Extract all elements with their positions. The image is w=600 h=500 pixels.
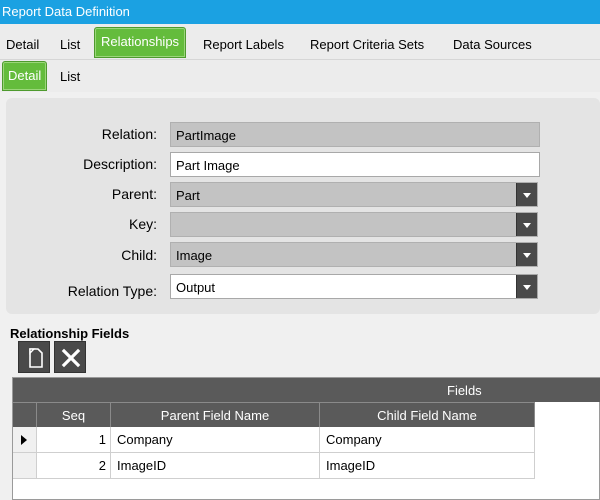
parent-field-cell[interactable]: ImageID (111, 453, 320, 479)
parent-value: Part (176, 188, 200, 203)
chevron-down-icon[interactable] (516, 213, 537, 236)
seq-cell[interactable]: 2 (37, 453, 111, 479)
tab-report-labels[interactable]: Report Labels (203, 37, 284, 52)
description-field[interactable]: Part Image (170, 152, 540, 177)
seq-cell[interactable]: 1 (37, 427, 111, 453)
table-row[interactable]: 1 Company Company (13, 427, 535, 453)
grid-band-header: Fields (13, 378, 600, 402)
child-value: Image (176, 248, 213, 263)
relation-type-value: Output (176, 280, 216, 295)
tab-relationships[interactable]: Relationships (94, 27, 187, 58)
row-pointer-icon (21, 435, 27, 445)
table-row[interactable]: 2 ImageID ImageID (13, 453, 535, 479)
child-field-cell[interactable]: Company (320, 427, 535, 453)
tab-data-sources[interactable]: Data Sources (453, 37, 532, 52)
description-label: Description: (83, 156, 157, 172)
row-selector[interactable] (13, 453, 37, 479)
new-row-button[interactable] (18, 341, 50, 373)
relation-type-label: Relation Type: (67, 283, 157, 299)
band-header-label: Fields (447, 383, 482, 398)
main-tab-strip: Detail List Relationships Report Labels … (0, 24, 600, 60)
chevron-down-icon[interactable] (516, 243, 537, 266)
window-title: Report Data Definition (0, 0, 600, 24)
row-selector[interactable] (13, 427, 37, 453)
tab-detail[interactable]: Detail (6, 37, 39, 52)
relationship-fields-grid: Fields Seq Parent Field Name Child Field… (12, 377, 600, 500)
parent-field-cell[interactable]: Company (111, 427, 320, 453)
relation-label: Relation: (101, 126, 157, 142)
subtab-detail[interactable]: Detail (2, 61, 48, 91)
parent-combo[interactable]: Part (170, 182, 538, 207)
child-field-cell[interactable]: ImageID (320, 453, 535, 479)
parent-label: Parent: (111, 186, 157, 202)
relation-type-combo[interactable]: Output (170, 274, 538, 299)
subtab-list[interactable]: List (60, 69, 80, 84)
key-combo[interactable] (170, 212, 538, 237)
column-header-seq[interactable]: Seq (37, 402, 111, 427)
new-document-icon (29, 348, 43, 368)
delete-x-icon (61, 348, 81, 368)
relation-field[interactable]: PartImage (170, 122, 540, 147)
delete-row-button[interactable] (54, 341, 86, 373)
chevron-down-icon[interactable] (516, 275, 537, 298)
chevron-down-icon[interactable] (516, 183, 537, 206)
tab-report-criteria-sets[interactable]: Report Criteria Sets (310, 37, 424, 52)
column-header-parent-field[interactable]: Parent Field Name (111, 402, 320, 427)
column-header-child-field[interactable]: Child Field Name (320, 402, 535, 427)
child-combo[interactable]: Image (170, 242, 538, 267)
sub-tab-strip: Detail List (0, 60, 600, 92)
row-selector-header (13, 402, 37, 427)
child-label: Child: (121, 247, 157, 263)
tab-list[interactable]: List (60, 37, 80, 52)
key-label: Key: (128, 216, 157, 232)
relationship-fields-title: Relationship Fields (10, 326, 130, 341)
